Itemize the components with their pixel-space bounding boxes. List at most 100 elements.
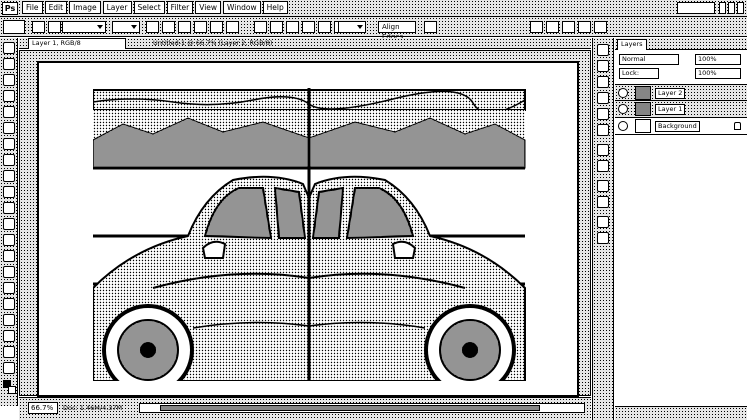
layer-name[interactable]: Background — [655, 121, 700, 132]
layer-thumbnail — [635, 86, 651, 100]
application-bar: Ps File Edit Image Layer Select Filter V… — [0, 0, 747, 17]
healing-tool-icon[interactable] — [3, 138, 15, 150]
layer-row[interactable]: Background — [615, 118, 747, 135]
blur-tool-icon[interactable] — [3, 234, 15, 246]
3d-rotate-icon[interactable] — [530, 21, 543, 33]
auto-select-dropdown[interactable] — [62, 21, 106, 33]
layer-name[interactable]: Layer 2 — [655, 88, 686, 99]
menu-bar: File Edit Image Layer Select Filter View… — [22, 1, 288, 14]
gradient-tool-icon[interactable] — [3, 218, 15, 230]
hand-icon[interactable] — [3, 346, 15, 358]
layer-row[interactable]: Layer 2 — [615, 84, 747, 101]
eye-icon[interactable] — [618, 104, 628, 114]
eye-icon[interactable] — [618, 121, 628, 131]
menu-help[interactable]: Help — [262, 1, 288, 14]
menu-layer[interactable]: Layer — [102, 1, 132, 14]
document-tab[interactable]: Layer 1, RGB/8 — [28, 38, 126, 49]
quick-select-tool-icon[interactable] — [3, 90, 15, 102]
channels-panel-icon[interactable] — [597, 216, 609, 228]
document-tab-info: Untitled-1 @ 66.7% (Layer 2, RGB/8) — [153, 39, 273, 47]
paragraph-panel-icon[interactable] — [597, 196, 609, 208]
3d-tool-icon[interactable] — [3, 330, 15, 342]
show-transform-checkbox[interactable] — [48, 21, 61, 33]
menu-edit[interactable]: Edit — [44, 1, 68, 14]
align-top-icon[interactable] — [146, 21, 159, 33]
layers-panel-footer — [615, 406, 747, 420]
auto-select-checkbox[interactable] — [32, 21, 45, 33]
auto-align-icon[interactable] — [424, 21, 437, 33]
app-logo: Ps — [2, 2, 18, 15]
brushes-panel-icon[interactable] — [597, 144, 609, 156]
swatches-panel-icon[interactable] — [597, 76, 609, 88]
move-tool-icon[interactable] — [3, 20, 25, 34]
distribute-top-icon[interactable] — [254, 21, 267, 33]
align-buttons — [146, 21, 239, 33]
layer-row[interactable]: Layer 1 — [615, 101, 747, 118]
3d-scale-icon[interactable] — [594, 21, 607, 33]
align-bottom-icon[interactable] — [178, 21, 191, 33]
distribute-vcenter-icon[interactable] — [270, 21, 283, 33]
maximize-button[interactable] — [728, 2, 735, 14]
styles-panel-icon[interactable] — [597, 124, 609, 136]
menu-image[interactable]: Image — [69, 1, 101, 14]
eyedropper-tool-icon[interactable] — [3, 122, 15, 134]
layer-name[interactable]: Layer 1 — [655, 104, 686, 115]
eraser-tool-icon[interactable] — [3, 202, 15, 214]
eye-icon[interactable] — [618, 88, 628, 98]
clone-stamp-tool-icon[interactable] — [3, 170, 15, 182]
3d-roll-icon[interactable] — [546, 21, 559, 33]
path-select-tool-icon[interactable] — [3, 298, 15, 310]
menu-filter[interactable]: Filter — [166, 1, 194, 14]
crop-tool-icon[interactable] — [3, 106, 15, 118]
scrollbar-thumb[interactable] — [160, 405, 540, 411]
lasso-tool-icon[interactable] — [3, 74, 15, 86]
zoom-level[interactable]: 66.7% — [28, 402, 58, 414]
align-right-icon[interactable] — [226, 21, 239, 33]
align-left-icon[interactable] — [194, 21, 207, 33]
blend-mode-select[interactable]: Normal — [619, 54, 679, 65]
workspace-switcher[interactable] — [677, 2, 715, 14]
distribute-hcenter-icon[interactable] — [318, 21, 331, 33]
brush-tool-icon[interactable] — [3, 154, 15, 166]
history-brush-tool-icon[interactable] — [3, 186, 15, 198]
tab-layers[interactable]: Layers — [617, 39, 647, 50]
pen-tool-icon[interactable] — [3, 266, 15, 278]
actions-panel-icon[interactable] — [597, 60, 609, 72]
align-edges-button[interactable]: Align Edges — [378, 21, 416, 41]
character-panel-icon[interactable] — [597, 180, 609, 192]
align-vcenter-icon[interactable] — [162, 21, 175, 33]
zoom-icon[interactable] — [3, 362, 15, 374]
menu-select[interactable]: Select — [133, 1, 165, 14]
background-color-swatch[interactable] — [8, 386, 16, 394]
masks-panel-icon[interactable] — [597, 108, 609, 120]
opacity-field[interactable]: 100% — [695, 54, 741, 65]
shape-tool-icon[interactable] — [3, 314, 15, 326]
horizontal-scrollbar[interactable] — [139, 403, 585, 413]
document-canvas[interactable] — [37, 61, 579, 397]
adjustments-panel-icon[interactable] — [597, 92, 609, 104]
distribute-bottom-icon[interactable] — [286, 21, 299, 33]
history-panel-icon[interactable] — [597, 44, 609, 56]
fill-field[interactable]: 100% — [695, 68, 741, 79]
layers-tab-row: Layers — [615, 38, 747, 50]
distribute-buttons — [254, 21, 347, 33]
target-dropdown[interactable] — [112, 21, 140, 33]
menu-view[interactable]: View — [195, 1, 222, 14]
3d-drag-icon[interactable] — [562, 21, 575, 33]
align-hcenter-icon[interactable] — [210, 21, 223, 33]
dodge-tool-icon[interactable] — [3, 250, 15, 262]
menu-file[interactable]: File — [22, 1, 43, 14]
3d-slide-icon[interactable] — [578, 21, 591, 33]
move-tool-icon[interactable] — [3, 42, 15, 54]
close-button[interactable] — [737, 2, 744, 14]
paths-panel-icon[interactable] — [597, 232, 609, 244]
options-bar: Align Edges — [0, 17, 747, 41]
distribute-left-icon[interactable] — [302, 21, 315, 33]
marquee-tool-icon[interactable] — [3, 58, 15, 70]
document-info: Doc: 1.46M/4.37M — [63, 404, 123, 412]
menu-window[interactable]: Window — [223, 1, 261, 14]
clone-source-panel-icon[interactable] — [597, 160, 609, 172]
minimize-button[interactable] — [719, 2, 726, 14]
type-tool-icon[interactable] — [3, 282, 15, 294]
auto-align-dropdown[interactable] — [338, 21, 366, 33]
